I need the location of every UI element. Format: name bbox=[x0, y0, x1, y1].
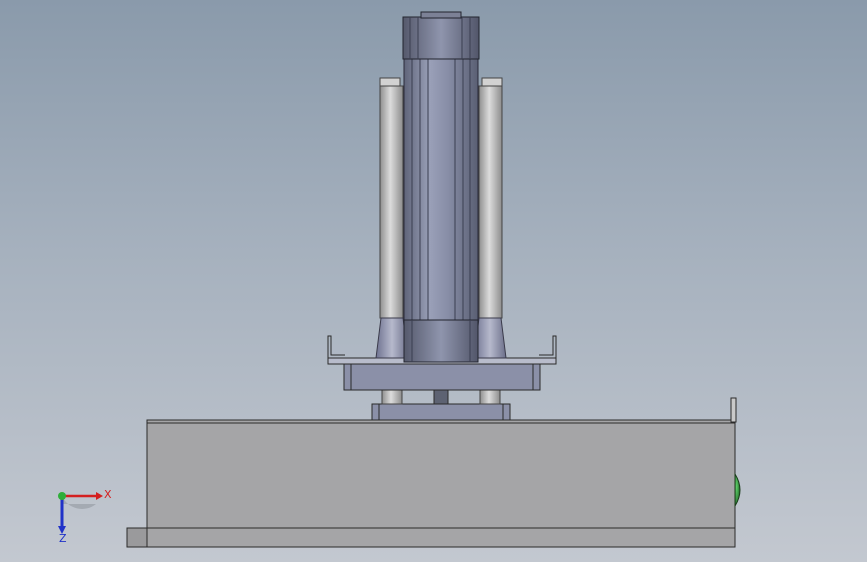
cad-viewport[interactable]: X Z bbox=[0, 0, 867, 562]
orientation-triad[interactable]: X Z bbox=[58, 488, 112, 545]
x-axis-label: X bbox=[104, 488, 112, 501]
lower-mount[interactable] bbox=[371, 389, 511, 421]
bracket-left bbox=[327, 335, 345, 358]
side-cylinder-left[interactable] bbox=[375, 77, 409, 359]
side-cylinder-right[interactable] bbox=[473, 77, 507, 359]
bracket-right bbox=[539, 335, 557, 358]
z-axis-label: Z bbox=[59, 532, 67, 545]
center-shaft bbox=[433, 389, 449, 405]
motor-body bbox=[403, 57, 479, 363]
guide-rod-left bbox=[381, 389, 403, 405]
model-view[interactable]: X Z bbox=[0, 0, 867, 562]
motor-lower-collar bbox=[403, 319, 479, 363]
motor-column[interactable] bbox=[402, 11, 480, 363]
y-axis-dot bbox=[58, 492, 66, 500]
motor-top-cap bbox=[402, 16, 480, 60]
enclosure-side-tab bbox=[730, 397, 737, 423]
indicator-light bbox=[734, 472, 741, 508]
guide-rod-right bbox=[479, 389, 501, 405]
